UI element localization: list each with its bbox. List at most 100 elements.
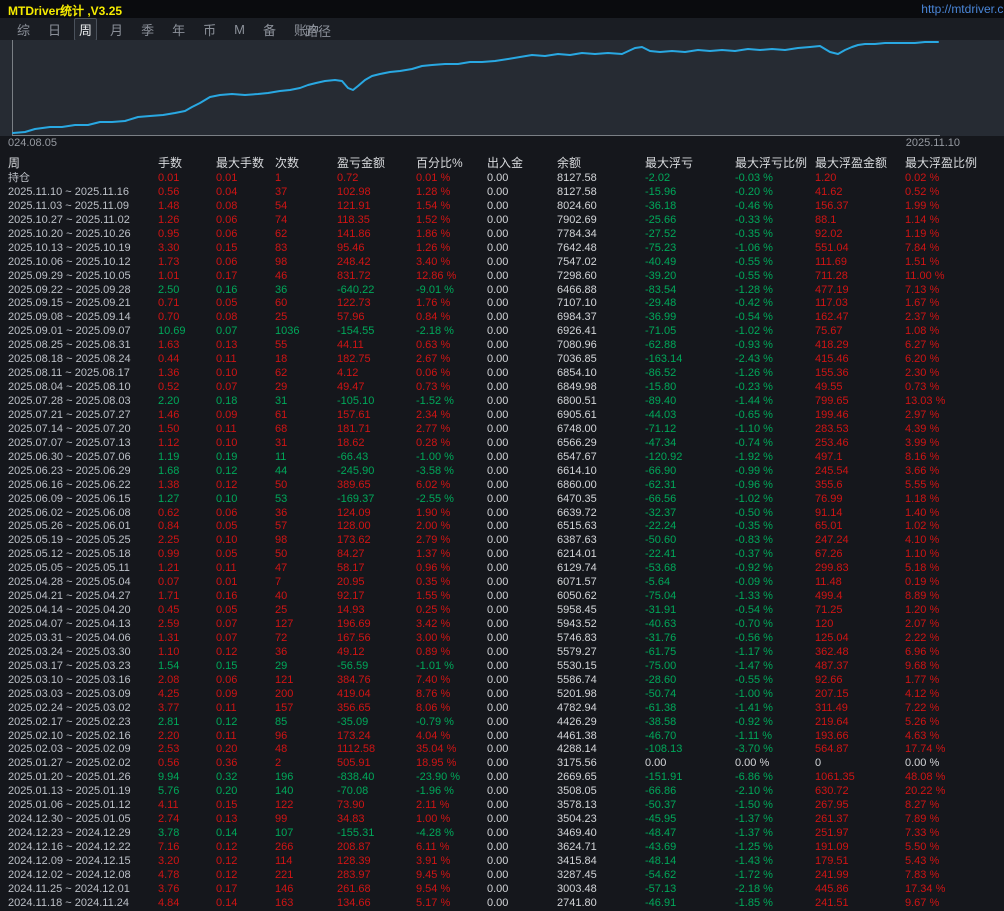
period-cell: 2025.10.27 ~ 2025.11.02 bbox=[8, 213, 130, 226]
table-row-42[interactable]: 2025.01.27 ~ 2025.02.02 0.56 0.36 2 505.91 18… bbox=[0, 757, 1004, 771]
value-cell-6: 6849.98 bbox=[557, 381, 597, 394]
period-cell: 2024.12.09 ~ 2024.12.15 bbox=[8, 854, 131, 867]
table-row-45[interactable]: 2025.01.06 ~ 2025.01.12 4.11 0.15 122 73.90 2… bbox=[0, 799, 1004, 813]
value-cell-8: -1.50 % bbox=[735, 799, 773, 812]
table-row-13[interactable]: 2025.08.18 ~ 2025.08.24 0.44 0.11 18 182.75 2… bbox=[0, 353, 1004, 367]
table-row-29[interactable]: 2025.04.28 ~ 2025.05.04 0.07 0.01 7 20.95 0.3… bbox=[0, 576, 1004, 590]
table-row-52[interactable]: 2024.11.18 ~ 2024.11.24 4.84 0.14 163 134.66… bbox=[0, 897, 1004, 911]
table-row-5[interactable]: 2025.10.13 ~ 2025.10.19 3.30 0.15 83 95.46 1.… bbox=[0, 242, 1004, 256]
table-row-8[interactable]: 2025.09.22 ~ 2025.09.28 2.50 0.16 36 -640.22… bbox=[0, 284, 1004, 298]
value-cell-10: 4.63 % bbox=[905, 729, 940, 742]
menu-tab-7[interactable]: M bbox=[229, 20, 250, 39]
value-cell-7: -48.47 bbox=[645, 827, 677, 840]
table-row-51[interactable]: 2024.11.25 ~ 2024.12.01 3.76 0.17 146 261.68… bbox=[0, 883, 1004, 897]
table-row-27[interactable]: 2025.05.12 ~ 2025.05.18 0.99 0.05 50 84.27 1.… bbox=[0, 548, 1004, 562]
table-row-38[interactable]: 2025.02.24 ~ 2025.03.02 3.77 0.11 157 356.65… bbox=[0, 702, 1004, 716]
value-cell-1: 0.10 bbox=[216, 436, 238, 449]
table-row-1[interactable]: 2025.11.10 ~ 2025.11.16 0.56 0.04 37 102.98 1… bbox=[0, 186, 1004, 200]
table-row-15[interactable]: 2025.08.04 ~ 2025.08.10 0.52 0.07 29 49.47 0.… bbox=[0, 381, 1004, 395]
value-cell-4: 6.02 % bbox=[416, 478, 451, 491]
table-row-19[interactable]: 2025.07.07 ~ 2025.07.13 1.12 0.10 31 18.62 0.… bbox=[0, 437, 1004, 451]
menu-tab-1[interactable]: 日 bbox=[43, 18, 66, 41]
value-cell-3: 356.65 bbox=[337, 701, 371, 714]
table-row-28[interactable]: 2025.05.05 ~ 2025.05.11 1.21 0.11 47 58.17 0.… bbox=[0, 562, 1004, 576]
value-cell-1: 0.12 bbox=[216, 841, 238, 853]
table-row-40[interactable]: 2025.02.10 ~ 2025.02.16 2.20 0.11 96 173.24 4… bbox=[0, 730, 1004, 744]
value-cell-10: 2.07 % bbox=[905, 618, 940, 630]
menu-tab-5[interactable]: 年 bbox=[167, 18, 190, 41]
table-row-49[interactable]: 2024.12.09 ~ 2024.12.15 3.20 0.12 114 128.39… bbox=[0, 855, 1004, 869]
table-row-22[interactable]: 2025.06.16 ~ 2025.06.22 1.38 0.12 50 389.65 6… bbox=[0, 479, 1004, 493]
table-row-44[interactable]: 2025.01.13 ~ 2025.01.19 5.76 0.20 140 -70.08… bbox=[0, 785, 1004, 799]
value-cell-4: 7.40 % bbox=[416, 673, 451, 686]
menu-tab-3[interactable]: 月 bbox=[105, 18, 128, 41]
menu-tab-2[interactable]: 周 bbox=[74, 17, 98, 41]
value-cell-3: 128.00 bbox=[337, 520, 371, 533]
table-row-16[interactable]: 2025.07.28 ~ 2025.08.03 2.20 0.18 31 -105.10… bbox=[0, 395, 1004, 409]
value-cell-9: 117.03 bbox=[815, 297, 848, 310]
value-cell-6: 3469.40 bbox=[557, 827, 597, 840]
value-cell-7: -66.56 bbox=[645, 492, 677, 505]
table-row-6[interactable]: 2025.10.06 ~ 2025.10.12 1.73 0.06 98 248.42 3… bbox=[0, 256, 1004, 270]
app-url-link[interactable]: http://mtdriver.cn bbox=[921, 2, 1004, 16]
value-cell-0: 1.73 bbox=[158, 255, 180, 268]
table-row-32[interactable]: 2025.04.07 ~ 2025.04.13 2.59 0.07 127 196.69… bbox=[0, 618, 1004, 632]
table-row-41[interactable]: 2025.02.03 ~ 2025.02.09 2.53 0.20 48 1112.58… bbox=[0, 743, 1004, 757]
period-cell: 2025.06.09 ~ 2025.06.15 bbox=[8, 492, 131, 505]
table-row-17[interactable]: 2025.07.21 ~ 2025.07.27 1.46 0.09 61 157.61 2… bbox=[0, 409, 1004, 423]
value-cell-6: 3578.13 bbox=[557, 799, 597, 812]
table-row-14[interactable]: 2025.08.11 ~ 2025.08.17 1.36 0.10 62 4.12 0.0… bbox=[0, 367, 1004, 381]
table-row-47[interactable]: 2024.12.23 ~ 2024.12.29 3.78 0.14 107 -155.3… bbox=[0, 827, 1004, 841]
table-row-25[interactable]: 2025.05.26 ~ 2025.06.01 0.84 0.05 57 128.00 2… bbox=[0, 520, 1004, 534]
table-row-37[interactable]: 2025.03.03 ~ 2025.03.09 4.25 0.09 200 419.04… bbox=[0, 688, 1004, 702]
table-row-48[interactable]: 2024.12.16 ~ 2024.12.22 7.16 0.12 266 208.87… bbox=[0, 841, 1004, 855]
table-row-35[interactable]: 2025.03.17 ~ 2025.03.23 1.54 0.15 29 -56.59 -… bbox=[0, 660, 1004, 674]
value-cell-1: 0.16 bbox=[216, 283, 238, 296]
table-row-24[interactable]: 2025.06.02 ~ 2025.06.08 0.62 0.06 36 124.09 1… bbox=[0, 507, 1004, 521]
value-cell-8: -1.17 % bbox=[735, 645, 773, 658]
value-cell-4: 3.40 % bbox=[416, 255, 451, 268]
value-cell-7: -46.70 bbox=[645, 729, 677, 742]
table-row-33[interactable]: 2025.03.31 ~ 2025.04.06 1.31 0.07 72 167.56 3… bbox=[0, 632, 1004, 646]
table-row-4[interactable]: 2025.10.20 ~ 2025.10.26 0.95 0.06 62 141.86 1… bbox=[0, 228, 1004, 242]
table-row-7[interactable]: 2025.09.29 ~ 2025.10.05 1.01 0.17 46 831.72 1… bbox=[0, 270, 1004, 284]
table-row-11[interactable]: 2025.09.01 ~ 2025.09.07 10.69 0.07 1036 -154… bbox=[0, 325, 1004, 339]
table-row-3[interactable]: 2025.10.27 ~ 2025.11.02 1.26 0.06 74 118.35 1… bbox=[0, 214, 1004, 228]
value-cell-4: 2.00 % bbox=[416, 520, 451, 533]
value-cell-10: 0.73 % bbox=[905, 381, 940, 394]
value-cell-5: 0.00 bbox=[487, 771, 509, 784]
table-row-12[interactable]: 2025.08.25 ~ 2025.08.31 1.63 0.13 55 44.11 0.… bbox=[0, 339, 1004, 353]
table-row-26[interactable]: 2025.05.19 ~ 2025.05.25 2.25 0.10 98 173.62 2… bbox=[0, 534, 1004, 548]
table-row-21[interactable]: 2025.06.23 ~ 2025.06.29 1.68 0.12 44 -245.90… bbox=[0, 465, 1004, 479]
table-row-46[interactable]: 2024.12.30 ~ 2025.01.05 2.74 0.13 99 34.83 1.… bbox=[0, 813, 1004, 827]
table-row-36[interactable]: 2025.03.10 ~ 2025.03.16 2.08 0.06 121 384.76… bbox=[0, 674, 1004, 688]
value-cell-8: -2.18 % bbox=[735, 882, 773, 895]
menu-tab-8[interactable]: 备 bbox=[258, 18, 281, 41]
table-row-20[interactable]: 2025.06.30 ~ 2025.07.06 1.19 0.19 11 -66.43 -… bbox=[0, 451, 1004, 465]
menu-tab-6[interactable]: 币 bbox=[198, 18, 221, 41]
menu-item-path[interactable]: 路径 bbox=[305, 21, 331, 40]
table-row-31[interactable]: 2025.04.14 ~ 2025.04.20 0.45 0.05 25 14.93 0.… bbox=[0, 604, 1004, 618]
value-cell-10: 9.68 % bbox=[905, 659, 940, 672]
table-row-2[interactable]: 2025.11.03 ~ 2025.11.09 1.48 0.08 54 121.91 1… bbox=[0, 200, 1004, 214]
value-cell-10: 0.00 % bbox=[905, 757, 940, 770]
table-row-50[interactable]: 2024.12.02 ~ 2024.12.08 4.78 0.12 221 283.97… bbox=[0, 869, 1004, 883]
table-row-18[interactable]: 2025.07.14 ~ 2025.07.20 1.50 0.11 68 181.71 2… bbox=[0, 423, 1004, 437]
menu-tab-4[interactable]: 季 bbox=[136, 18, 159, 41]
value-cell-3: 92.17 bbox=[337, 590, 365, 603]
value-cell-1: 0.01 bbox=[216, 576, 238, 589]
table-row-10[interactable]: 2025.09.08 ~ 2025.09.14 0.70 0.08 25 57.96 0.… bbox=[0, 311, 1004, 325]
value-cell-3: 389.65 bbox=[337, 478, 371, 491]
table-row-9[interactable]: 2025.09.15 ~ 2025.09.21 0.71 0.05 60 122.73 1… bbox=[0, 297, 1004, 311]
table-row-39[interactable]: 2025.02.17 ~ 2025.02.23 2.81 0.12 85 -35.09 -… bbox=[0, 716, 1004, 730]
menu-tab-0[interactable]: 综 bbox=[12, 18, 35, 41]
table-row-30[interactable]: 2025.04.21 ~ 2025.04.27 1.71 0.16 40 92.17 1.… bbox=[0, 590, 1004, 604]
table-row-34[interactable]: 2025.03.24 ~ 2025.03.30 1.10 0.12 36 49.12 0.… bbox=[0, 646, 1004, 660]
value-cell-5: 0.00 bbox=[487, 450, 509, 463]
table-row-43[interactable]: 2025.01.20 ~ 2025.01.26 9.94 0.32 196 -838.4… bbox=[0, 771, 1004, 785]
table-row-0[interactable]: 持仓 0.01 0.01 1 0.72 0.01 % 0.00 8127.58 -2.02 -0.… bbox=[0, 172, 1004, 186]
value-cell-7: -62.88 bbox=[645, 339, 677, 352]
value-cell-4: 6.11 % bbox=[416, 841, 450, 853]
table-row-23[interactable]: 2025.06.09 ~ 2025.06.15 1.27 0.10 53 -169.37… bbox=[0, 493, 1004, 507]
value-cell-2: 60 bbox=[275, 297, 288, 310]
